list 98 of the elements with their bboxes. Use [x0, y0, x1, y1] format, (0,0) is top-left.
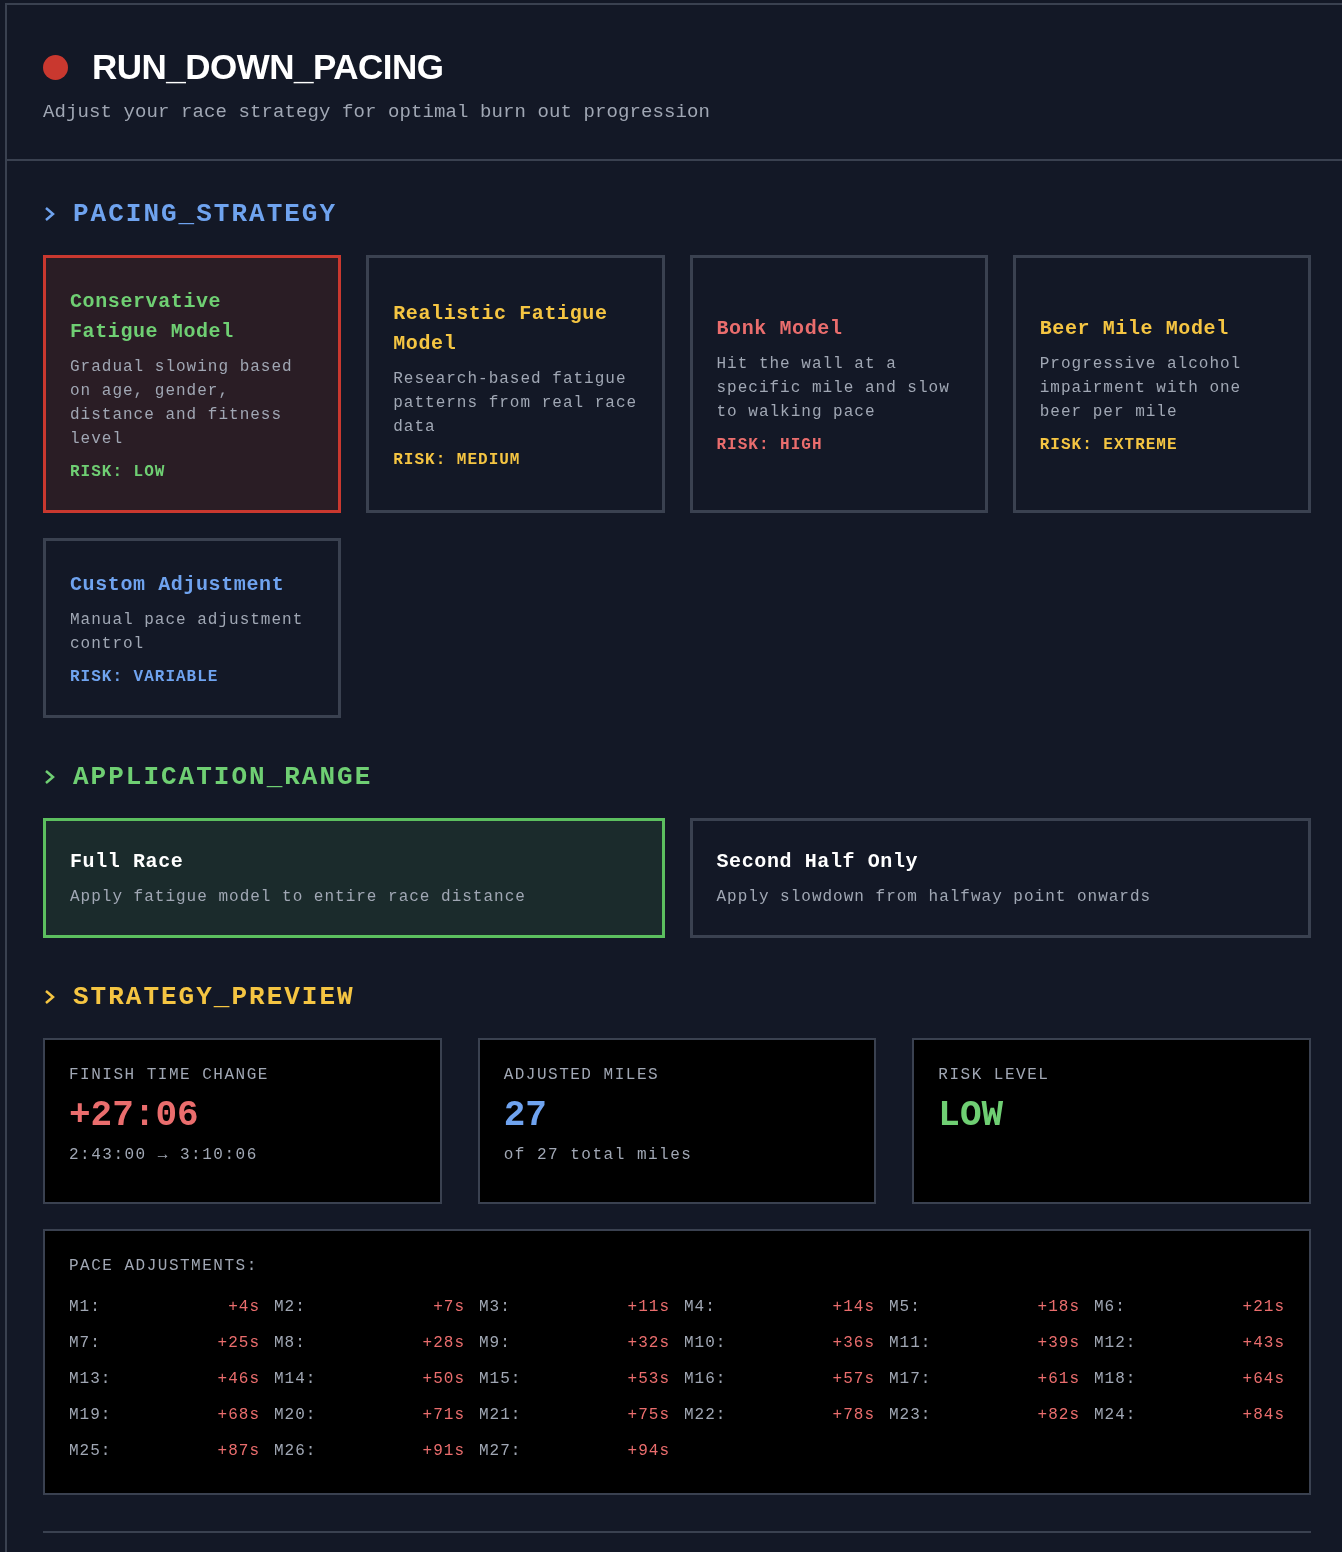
- pace-delta: +14s: [832, 1298, 875, 1316]
- pace-delta: +7s: [433, 1298, 465, 1316]
- panel-label: PACE ADJUSTMENTS:: [69, 1257, 259, 1275]
- app-subtitle: Adjust your race strategy for optimal burn out progression: [43, 101, 712, 123]
- mile-label: M5:: [889, 1298, 921, 1316]
- mile-label: M22:: [684, 1406, 727, 1424]
- mile-label: M14:: [274, 1370, 317, 1388]
- pace-delta: +36s: [832, 1334, 875, 1352]
- mile-label: M6:: [1094, 1298, 1126, 1316]
- pace-delta: +43s: [1242, 1334, 1285, 1352]
- section-heading: PACING_STRATEGY: [73, 199, 338, 229]
- mile-label: M13:: [69, 1370, 112, 1388]
- stat-detail: 2:43:00 → 3:10:06: [69, 1146, 259, 1164]
- strategy-description: Progressive alcohol impairment with one beer per mile: [1039, 354, 1243, 423]
- mile-label: M4:: [684, 1298, 716, 1316]
- pace-delta: +4s: [228, 1298, 260, 1316]
- chevron-icon: [43, 206, 57, 222]
- mile-label: M17:: [889, 1370, 932, 1388]
- strategy-description: Gradual slowing based on age, gender, distance and fitness level: [70, 357, 294, 450]
- mile-label: M10:: [684, 1334, 727, 1352]
- stat-value: LOW: [938, 1094, 1005, 1138]
- mile-label: M26:: [274, 1442, 317, 1460]
- range-title: Full Race: [70, 849, 185, 875]
- mile-label: M23:: [889, 1406, 932, 1424]
- mile-label: M25:: [69, 1442, 112, 1460]
- stat-label: FINISH TIME CHANGE: [69, 1066, 270, 1084]
- strategy-title: Custom Adjustment: [70, 572, 286, 598]
- strategy-title: Bonk Model: [716, 316, 844, 342]
- strategy-description: Manual pace adjustment control: [70, 610, 305, 655]
- strategy-card[interactable]: Realistic Fatigue Model Research-based fatigue patterns from real race data RISK: MEDIUM: [366, 255, 665, 513]
- status-dot: [43, 54, 68, 80]
- stat-value: +27:06: [69, 1094, 200, 1138]
- mile-label: M12:: [1094, 1334, 1137, 1352]
- pace-delta: +21s: [1242, 1298, 1285, 1316]
- pace-delta: +57s: [832, 1370, 875, 1388]
- pace-delta: +75s: [627, 1406, 670, 1424]
- pace-delta: +50s: [422, 1370, 465, 1388]
- pace-delta: +11s: [627, 1298, 670, 1316]
- stat-label: ADJUSTED MILES: [503, 1066, 661, 1084]
- strategy-title: Realistic Fatigue Model: [393, 301, 609, 357]
- mile-label: M18:: [1094, 1370, 1137, 1388]
- strategy-card[interactable]: Bonk Model Hit the wall at a specific mile and slow to walking pace RISK: HIGH: [689, 255, 988, 513]
- mile-label: M3:: [479, 1298, 511, 1316]
- app-title: RUN_DOWN_PACING: [92, 47, 444, 87]
- mile-label: M7:: [69, 1334, 101, 1352]
- pace-delta: +82s: [1037, 1406, 1080, 1424]
- mile-label: M2:: [274, 1298, 306, 1316]
- risk-label: RISK: HIGH: [716, 436, 824, 454]
- mile-label: M20:: [274, 1406, 317, 1424]
- stat-label: RISK LEVEL: [938, 1066, 1051, 1084]
- risk-label: RISK: LOW: [70, 463, 167, 481]
- pace-delta: +87s: [217, 1442, 260, 1460]
- strategy-card[interactable]: Conservative Fatigue Model Gradual slowing based on age, gender, distance and fitness level RISK: LOW: [43, 255, 342, 513]
- pace-delta: +32s: [627, 1334, 670, 1352]
- mile-label: M15:: [479, 1370, 522, 1388]
- mile-label: M16:: [684, 1370, 727, 1388]
- section-heading: STRATEGY_PREVIEW: [73, 982, 355, 1012]
- pace-delta: +39s: [1037, 1334, 1080, 1352]
- risk-label: RISK: MEDIUM: [393, 451, 522, 469]
- mile-label: M24:: [1094, 1406, 1137, 1424]
- pace-delta: +71s: [422, 1406, 465, 1424]
- stat-detail: of 27 total miles: [503, 1146, 694, 1164]
- mile-label: M27:: [479, 1442, 522, 1460]
- strategy-description: Research-based fatigue patterns from real race data: [393, 369, 638, 438]
- strategy-description: Hit the wall at a specific mile and slow to walking pace: [716, 354, 951, 423]
- section-heading: APPLICATION_RANGE: [73, 762, 373, 792]
- mile-label: M19:: [69, 1406, 112, 1424]
- pace-delta: +18s: [1037, 1298, 1080, 1316]
- pace-delta: +68s: [217, 1406, 260, 1424]
- pace-delta: +46s: [217, 1370, 260, 1388]
- risk-label: RISK: EXTREME: [1039, 436, 1179, 454]
- range-option[interactable]: Full Race Apply fatigue model to entire race distance: [43, 818, 665, 938]
- mile-label: M9:: [479, 1334, 511, 1352]
- strategy-card[interactable]: Beer Mile Model Progressive alcohol impairment with one beer per mile RISK: EXTREME: [1012, 255, 1311, 513]
- pace-delta: +53s: [627, 1370, 670, 1388]
- chevron-icon: [43, 769, 57, 785]
- mile-label: M1:: [69, 1298, 101, 1316]
- risk-label: RISK: VARIABLE: [70, 668, 220, 686]
- pace-delta: +61s: [1037, 1370, 1080, 1388]
- pace-delta: +91s: [422, 1442, 465, 1460]
- range-description: Apply slowdown from halfway point onwards: [716, 887, 1153, 908]
- pace-delta: +78s: [832, 1406, 875, 1424]
- strategy-title: Conservative Fatigue Model: [70, 289, 235, 345]
- mile-label: M11:: [889, 1334, 932, 1352]
- pace-delta: +25s: [217, 1334, 260, 1352]
- strategy-card[interactable]: Custom Adjustment Manual pace adjustment control RISK: VARIABLE: [43, 538, 342, 718]
- range-title: Second Half Only: [716, 849, 920, 875]
- pace-delta: +28s: [422, 1334, 465, 1352]
- mile-label: M8:: [274, 1334, 306, 1352]
- range-option[interactable]: Second Half Only Apply slowdown from halfway point onwards: [689, 818, 1311, 938]
- pace-delta: +64s: [1242, 1370, 1285, 1388]
- mile-label: M21:: [479, 1406, 522, 1424]
- pace-delta: +94s: [627, 1442, 670, 1460]
- strategy-title: Beer Mile Model: [1039, 316, 1230, 342]
- chevron-icon: [43, 989, 57, 1005]
- stat-value: 27: [503, 1094, 548, 1138]
- pace-delta: +84s: [1242, 1406, 1285, 1424]
- range-description: Apply fatigue model to entire race distance: [70, 887, 527, 908]
